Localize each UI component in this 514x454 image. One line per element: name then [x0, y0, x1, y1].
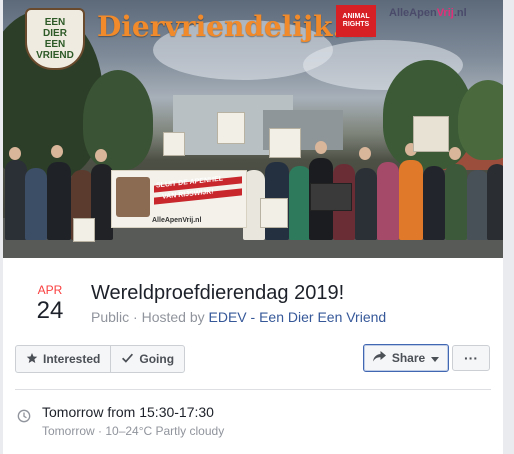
protest-sign: [73, 218, 95, 242]
protest-banner: SLUIT DE APENHEL VAN RIJSWIJK! AlleApenV…: [111, 170, 247, 228]
protest-sign: [269, 128, 301, 158]
alle-apen-highlight: Vrij: [436, 7, 454, 19]
protest-sign: [163, 132, 185, 156]
logo-line: DIER: [43, 28, 67, 39]
event-title: Wereldproefdierendag 2019!: [91, 282, 345, 304]
event-meta: Public · Hosted by EDEV - Een Dier Een V…: [91, 309, 386, 325]
protest-sign: [310, 183, 352, 211]
going-button[interactable]: Going: [110, 346, 184, 372]
alle-apen-prefix: AlleApen: [389, 7, 437, 19]
protest-sign: [260, 198, 288, 228]
clock-icon: [17, 409, 31, 428]
share-arrow-icon: [372, 351, 386, 365]
een-dier-een-vriend-logo: EEN DIER EEN VRIEND: [25, 8, 85, 70]
brand-title: Diervriendelijk.nl: [97, 10, 374, 43]
host-link[interactable]: EDEV - Een Dier Een Vriend: [209, 309, 387, 325]
cover-photo[interactable]: SLUIT DE APENHEL VAN RIJSWIJK! AlleApenV…: [3, 0, 503, 258]
alle-apen-vrij-logo: AlleApenVrij.nl: [389, 7, 467, 19]
caret-down-icon: [431, 351, 440, 365]
share-button[interactable]: Share: [363, 344, 449, 372]
event-month: APR: [37, 283, 63, 297]
protest-sign: [413, 116, 449, 152]
interested-label: Interested: [43, 352, 101, 366]
event-weather: Tomorrow · 10–24°C Partly cloudy: [42, 424, 225, 438]
event-privacy: Public: [91, 309, 130, 325]
hosted-by-label: · Hosted by: [129, 309, 209, 325]
divider: [15, 389, 491, 390]
banner-monkey-photo: [116, 177, 150, 217]
event-card: SLUIT DE APENHEL VAN RIJSWIJK! AlleApenV…: [3, 0, 503, 454]
star-icon: [26, 352, 38, 367]
rsvp-button-group: Interested Going: [15, 345, 186, 373]
checkmark-icon: [121, 352, 134, 367]
event-time: Tomorrow from 15:30-17:30: [42, 404, 214, 420]
going-label: Going: [139, 352, 175, 366]
more-options-button[interactable]: ···: [452, 345, 490, 371]
share-label: Share: [391, 351, 426, 365]
more-options-label: ···: [464, 350, 478, 366]
logo-line: EEN: [44, 39, 66, 50]
interested-button[interactable]: Interested: [16, 346, 110, 372]
event-date: APR 24: [25, 283, 75, 325]
banner-url: AlleApenVrij.nl: [152, 217, 202, 224]
event-day: 24: [36, 297, 64, 324]
logo-line: VRIEND: [36, 50, 74, 61]
animal-rights-logo: ANIMAL RIGHTS: [336, 5, 376, 37]
protest-sign: [217, 112, 245, 144]
alle-apen-suffix: .nl: [453, 7, 467, 19]
logo-line: EEN: [44, 17, 66, 28]
